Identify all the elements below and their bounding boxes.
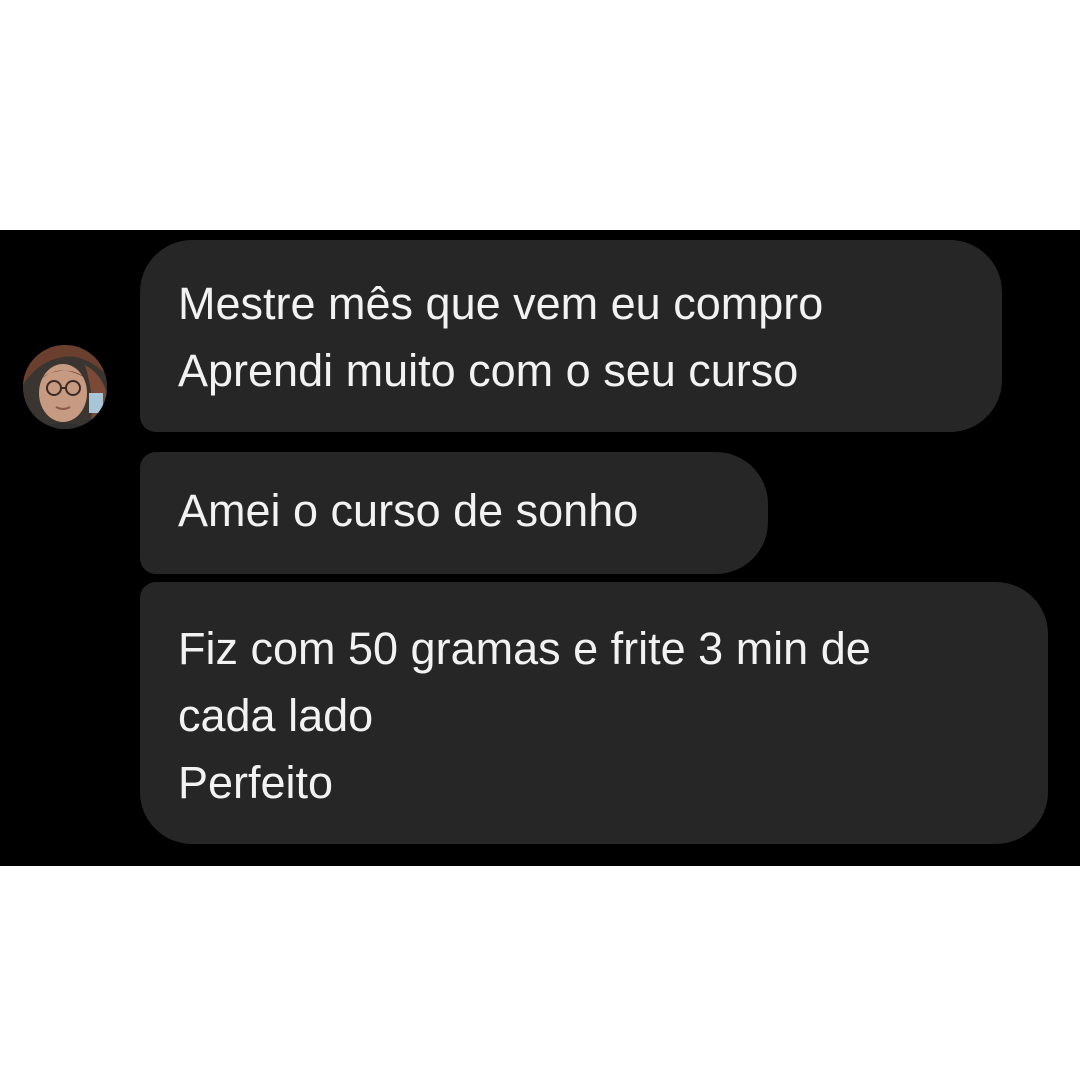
- message-bubble[interactable]: Mestre mês que vem eu compro Aprendi mui…: [140, 240, 1002, 432]
- message-text-line: Perfeito: [178, 757, 334, 808]
- message-text-line: Aprendi muito com o seu curso: [178, 345, 799, 396]
- message-text-line: Amei o curso de sonho: [178, 485, 639, 536]
- message-bubble[interactable]: Amei o curso de sonho: [140, 452, 768, 574]
- message-bubble[interactable]: Fiz com 50 gramas e frite 3 min de cada …: [140, 582, 1048, 844]
- message-text-line: Mestre mês que vem eu compro: [178, 278, 824, 329]
- page: Mestre mês que vem eu compro Aprendi mui…: [0, 0, 1080, 1080]
- contact-avatar[interactable]: [23, 345, 107, 429]
- chat-thread: Mestre mês que vem eu compro Aprendi mui…: [0, 230, 1080, 866]
- avatar-photo: [23, 345, 107, 429]
- message-text-line: cada lado: [178, 690, 374, 741]
- message-text-line: Fiz com 50 gramas e frite 3 min de: [178, 623, 871, 674]
